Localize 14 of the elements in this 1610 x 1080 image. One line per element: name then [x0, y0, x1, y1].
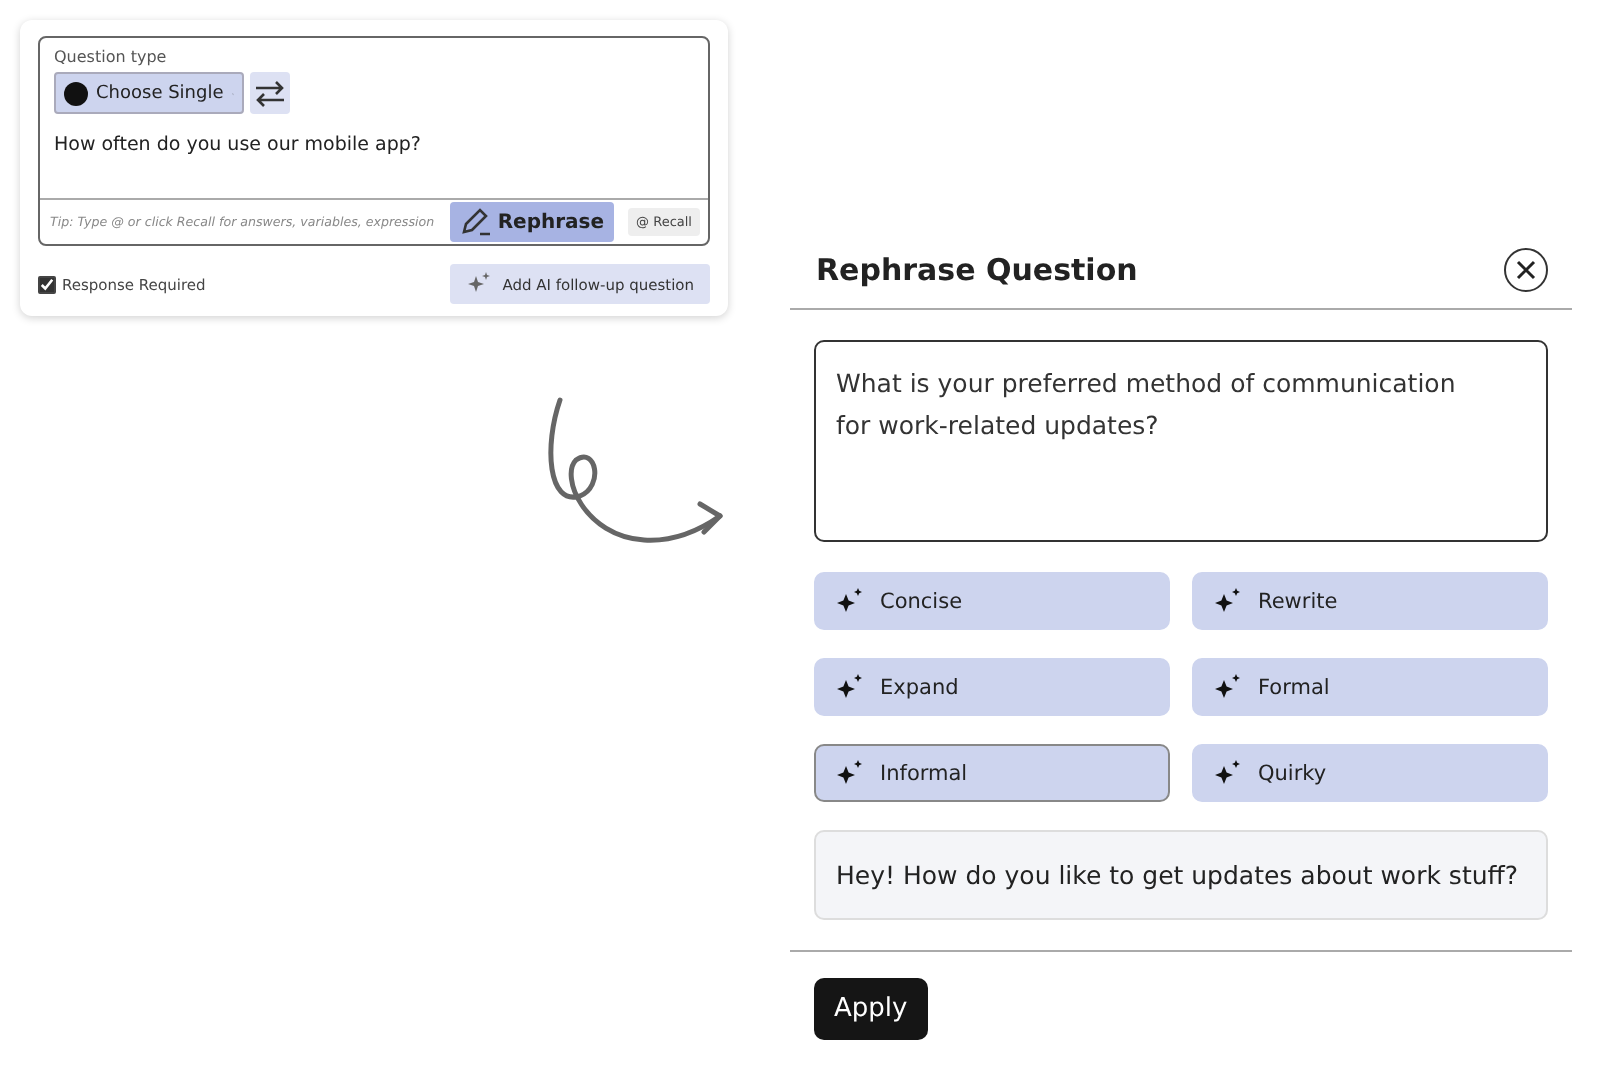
apply-button[interactable]: Apply [814, 978, 928, 1040]
rephrase-option-button[interactable]: Quirky [1192, 744, 1548, 802]
rephrase-option-button[interactable]: Informal [814, 744, 1170, 802]
dialog-title: Rephrase Question [816, 252, 1138, 288]
rephrase-option-button[interactable]: Concise [814, 572, 1170, 630]
rephrase-button[interactable]: Rephrase [449, 202, 615, 242]
rephrase-option-button[interactable]: Formal [1192, 658, 1548, 716]
question-text[interactable]: How often do you use our mobile app? [54, 134, 694, 156]
question-type-label: Question type [54, 48, 169, 66]
rephrased-result-text: Hey! How do you like to get updates about work stuff? [814, 830, 1548, 920]
rephrase-option-button[interactable]: Expand [814, 658, 1170, 716]
question-textarea[interactable]: What is your preferred method of communication for work-related updates? [814, 340, 1548, 542]
question-type-select[interactable]: Choose Single [54, 72, 244, 114]
rephrase-option-button[interactable]: Rewrite [1192, 572, 1548, 630]
